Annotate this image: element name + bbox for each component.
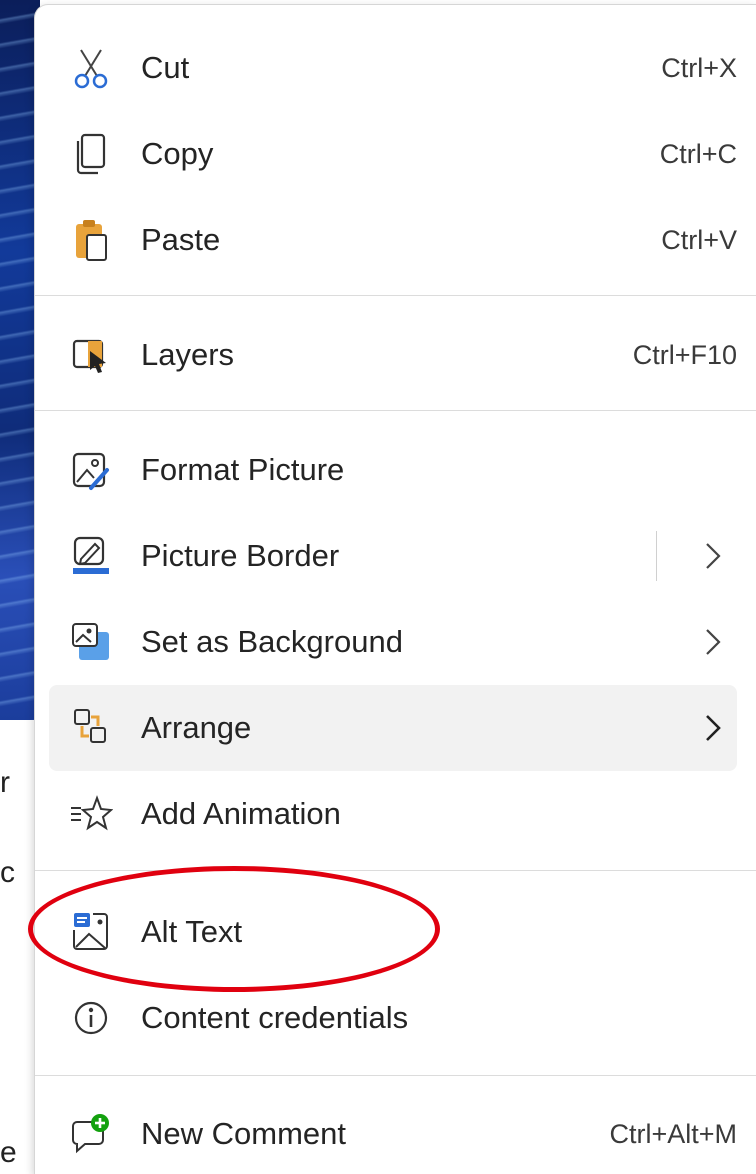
pen-border-icon bbox=[69, 534, 113, 578]
menu-item-label: Cut bbox=[141, 50, 190, 85]
format-picture-icon bbox=[69, 448, 113, 492]
star-animation-icon bbox=[69, 792, 113, 836]
layers-icon bbox=[69, 333, 113, 377]
menu-item-format-picture[interactable]: Format Picture bbox=[49, 427, 737, 513]
menu-item-label: Layers bbox=[141, 337, 235, 372]
shortcut-label: Ctrl+V bbox=[661, 224, 737, 255]
shortcut-label: Ctrl+F10 bbox=[632, 339, 737, 370]
menu-item-label: Picture Border bbox=[141, 538, 340, 573]
arrange-icon bbox=[69, 706, 113, 750]
menu-item-label: Format Picture bbox=[141, 452, 345, 487]
menu-item-label: Copy bbox=[141, 136, 214, 171]
shortcut-label: Ctrl+C bbox=[659, 138, 737, 169]
menu-item-label: New Comment bbox=[141, 1116, 346, 1151]
menu-item-cut[interactable]: Cut Ctrl+X bbox=[49, 25, 737, 111]
clipboard-icon bbox=[69, 218, 113, 262]
menu-item-new-comment[interactable]: New Comment Ctrl+Alt+M bbox=[49, 1091, 737, 1174]
menu-item-label: Arrange bbox=[141, 710, 252, 745]
menu-divider bbox=[35, 1075, 756, 1076]
menu-item-label: Set as Background bbox=[141, 624, 403, 659]
chevron-right-icon[interactable] bbox=[697, 538, 727, 574]
menu-item-label: Alt Text bbox=[141, 914, 243, 949]
alt-text-icon bbox=[69, 910, 113, 954]
shortcut-label: Ctrl+Alt+M bbox=[609, 1118, 737, 1149]
comment-add-icon bbox=[69, 1112, 113, 1156]
menu-divider bbox=[35, 870, 756, 871]
menu-item-alt-text[interactable]: Alt Text bbox=[49, 889, 737, 975]
split-separator bbox=[656, 531, 657, 581]
menu-item-label: Add Animation bbox=[141, 796, 341, 831]
menu-item-content-credentials[interactable]: Content credentials bbox=[49, 975, 737, 1061]
info-icon bbox=[69, 996, 113, 1040]
menu-item-copy[interactable]: Copy Ctrl+C bbox=[49, 111, 737, 197]
context-menu: Cut Ctrl+X Copy Ctrl+C Paste Ctrl+V Laye… bbox=[34, 4, 756, 1174]
menu-divider bbox=[35, 410, 756, 411]
shortcut-label: Ctrl+X bbox=[661, 52, 737, 83]
screen: r c e Cut Ctrl+X Copy Ctrl+C Paste Ctrl+… bbox=[0, 0, 756, 1174]
scissors-icon bbox=[69, 46, 113, 90]
chevron-right-icon[interactable] bbox=[697, 710, 727, 746]
chevron-right-icon[interactable] bbox=[697, 624, 727, 660]
menu-item-label: Paste bbox=[141, 222, 221, 257]
menu-item-arrange[interactable]: Arrange bbox=[49, 685, 737, 771]
menu-item-label: Content credentials bbox=[141, 1000, 409, 1035]
menu-divider bbox=[35, 295, 756, 296]
background-image-icon bbox=[69, 620, 113, 664]
menu-item-paste[interactable]: Paste Ctrl+V bbox=[49, 197, 737, 283]
menu-item-layers[interactable]: Layers Ctrl+F10 bbox=[49, 312, 737, 398]
menu-item-picture-border[interactable]: Picture Border bbox=[49, 513, 737, 599]
menu-item-set-as-background[interactable]: Set as Background bbox=[49, 599, 737, 685]
copy-icon bbox=[69, 132, 113, 176]
menu-item-add-animation[interactable]: Add Animation bbox=[49, 771, 737, 857]
